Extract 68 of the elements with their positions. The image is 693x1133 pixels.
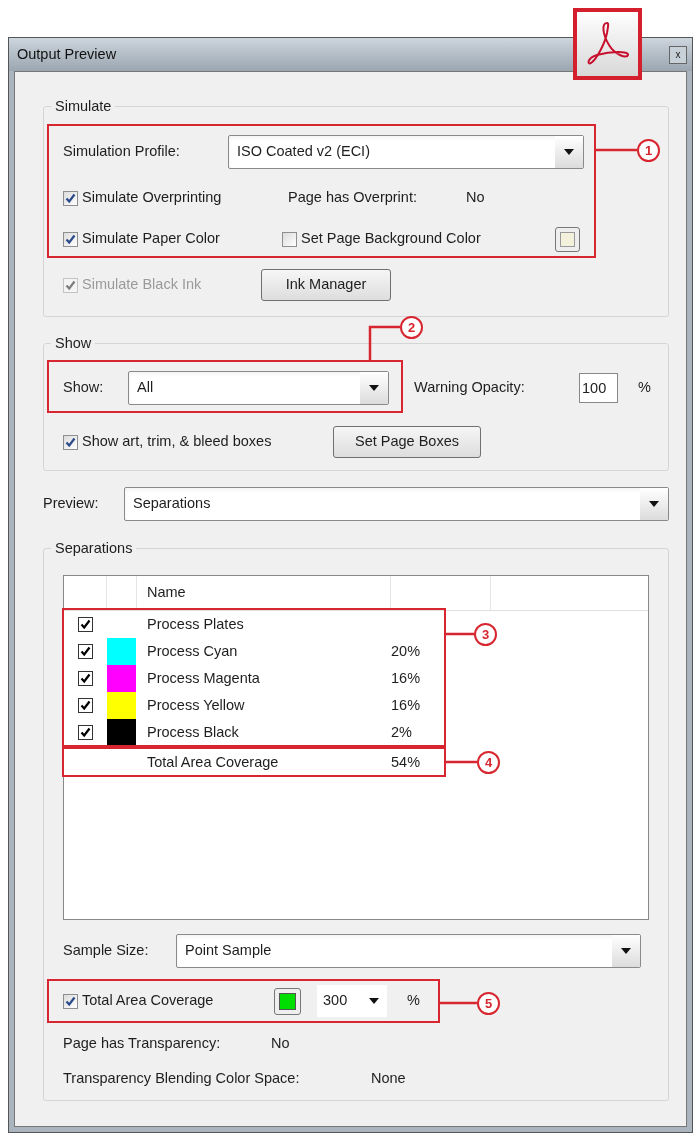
checkbox[interactable] [282, 231, 297, 247]
checkbox[interactable] [63, 434, 78, 450]
checkbox-label: Simulate Overprinting [82, 188, 222, 208]
table-row[interactable]: Process Yellow 16% [64, 692, 442, 719]
info-value: None [371, 1069, 406, 1089]
checkbox[interactable] [78, 671, 93, 686]
column-header: Name [147, 583, 186, 603]
field-label: Preview: [43, 494, 100, 514]
dropdown[interactable]: All [128, 371, 389, 405]
dropdown[interactable]: ISO Coated v2 (ECI) [228, 135, 584, 169]
table-cell: Process Cyan [147, 642, 238, 659]
color-swatch-button[interactable] [274, 987, 301, 1015]
window-title: Output Preview [17, 44, 118, 64]
info-value: No [466, 188, 485, 208]
field-label: Sample Size: [63, 940, 150, 960]
caret-icon [649, 501, 659, 507]
checkbox[interactable] [63, 231, 78, 247]
dropdown[interactable]: Point Sample [176, 933, 641, 968]
close-button[interactable]: x [669, 45, 687, 64]
caret-icon [369, 998, 380, 1004]
push-button[interactable]: Ink Manager [261, 269, 391, 301]
table-cell: Process Magenta [147, 669, 260, 686]
caret-icon [564, 149, 574, 155]
leader-line [368, 325, 400, 361]
table-cell: Total Area Coverage [147, 753, 279, 770]
table-cell: 16% [391, 669, 421, 686]
checkbox-label: Show art, trim, & bleed boxes [82, 432, 272, 452]
info-label: Page has Transparency: [63, 1034, 222, 1054]
field-label: Warning Opacity: [414, 378, 526, 398]
checkbox[interactable] [78, 725, 93, 740]
table-cell: 2% [391, 723, 412, 740]
table-cell: 16% [391, 696, 421, 713]
caret-icon [621, 947, 631, 954]
table-cell: Process Black [147, 723, 239, 740]
leader-line [446, 632, 474, 636]
checkbox-label: Simulate Paper Color [82, 229, 220, 249]
table-cell: Process Yellow [147, 696, 245, 713]
checkbox[interactable] [78, 644, 93, 659]
checkbox-label: Total Area Coverage [82, 991, 214, 1011]
checkbox[interactable] [78, 617, 93, 632]
info-label: Page has Overprint: [288, 188, 418, 208]
color-swatch-button[interactable] [555, 226, 580, 252]
table-row[interactable]: Process Cyan 20% [64, 638, 442, 665]
checkbox-label: Set Page Background Color [301, 229, 481, 249]
field-label: Simulation Profile: [63, 142, 181, 162]
leader-line [596, 148, 637, 152]
caret-icon [369, 385, 379, 391]
leader-line [446, 760, 477, 764]
table-cell: 20% [391, 642, 421, 659]
checkbox[interactable] [78, 698, 93, 713]
dropdown[interactable]: Separations [124, 487, 669, 521]
unit-label: % [638, 378, 651, 398]
leader-line [440, 1001, 477, 1005]
field-label: Show: [63, 378, 105, 398]
number-dropdown[interactable]: 300 [317, 985, 387, 1017]
table-cell: Process Plates [147, 615, 244, 632]
table-cell: 54% [391, 753, 421, 770]
table-row[interactable]: Process Plates [64, 611, 442, 638]
push-button[interactable]: Set Page Boxes [333, 426, 481, 458]
info-value: No [271, 1034, 290, 1054]
number-field[interactable]: 100 [579, 373, 618, 403]
checkbox[interactable] [63, 190, 78, 206]
info-label: Transparency Blending Color Space: [63, 1069, 301, 1089]
table-row[interactable]: Process Black 2% [64, 719, 442, 746]
checkbox-label: Simulate Black Ink [82, 275, 202, 295]
table-row[interactable]: Process Magenta 16% [64, 665, 442, 692]
unit-label: % [407, 991, 420, 1011]
checkbox[interactable] [63, 993, 78, 1009]
